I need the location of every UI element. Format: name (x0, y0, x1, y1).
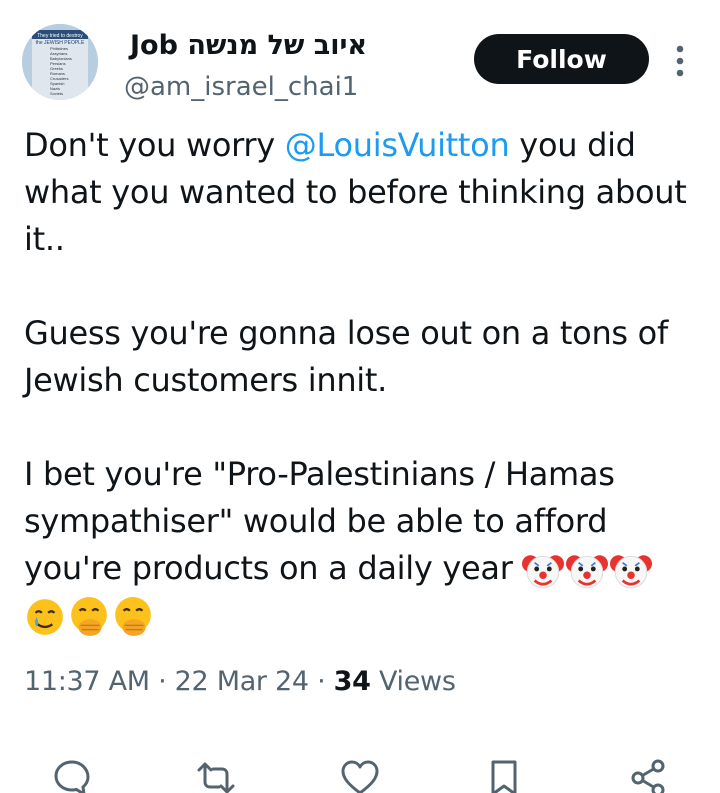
avatar[interactable]: They tried to destroy the JEWISH PEOPLE … (22, 24, 98, 100)
reply-icon[interactable] (50, 756, 94, 793)
like-icon[interactable] (338, 756, 382, 793)
tweet-paragraph-1: Don't you worry @LouisVuitton you did wh… (24, 122, 704, 263)
tweet-meta: 11:37 AM · 22 Mar 24 · 34 Views (24, 666, 456, 697)
tweet-text: Don't you worry @LouisVuitton you did wh… (24, 122, 704, 639)
meta-separator: · (317, 666, 326, 697)
clown-face-icon (610, 549, 653, 591)
more-vertical-icon[interactable] (674, 44, 686, 78)
mention-link[interactable]: @LouisVuitton (285, 126, 510, 164)
smiling-face-with-tear-icon (24, 596, 66, 638)
avatar-text-line: They tried to destroy (37, 33, 83, 39)
tweet-text-fragment: Don't you worry (24, 126, 285, 164)
follow-button[interactable]: Follow (474, 34, 649, 84)
avatar-text-line: Soviets (50, 91, 63, 96)
avatar-image: They tried to destroy the JEWISH PEOPLE … (22, 24, 98, 100)
bookmark-icon[interactable] (482, 756, 526, 793)
tweet-paragraph-2: Guess you're gonna lose out on a tons of… (24, 314, 668, 399)
tweet-date[interactable]: 22 Mar 24 (175, 666, 309, 697)
views-count: 34 (333, 666, 371, 697)
display-name[interactable]: איוב של מנשה Job (130, 30, 367, 61)
tweet-container: They tried to destroy the JEWISH PEOPLE … (0, 0, 720, 793)
action-bar (0, 748, 720, 793)
user-handle[interactable]: @am_israel_chai1 (124, 72, 358, 102)
face-with-hand-over-mouth-icon (112, 596, 154, 638)
clown-face-icon (566, 549, 609, 591)
clown-face-icon (522, 549, 565, 591)
tweet-paragraph-3: I bet you're "Pro-Palestinians / Hamas s… (24, 451, 704, 639)
share-icon[interactable] (626, 756, 670, 793)
retweet-icon[interactable] (194, 756, 238, 793)
face-with-hand-over-mouth-icon (68, 596, 110, 638)
meta-separator: · (158, 666, 167, 697)
views-label: Views (378, 666, 456, 697)
tweet-time[interactable]: 11:37 AM (24, 666, 150, 697)
